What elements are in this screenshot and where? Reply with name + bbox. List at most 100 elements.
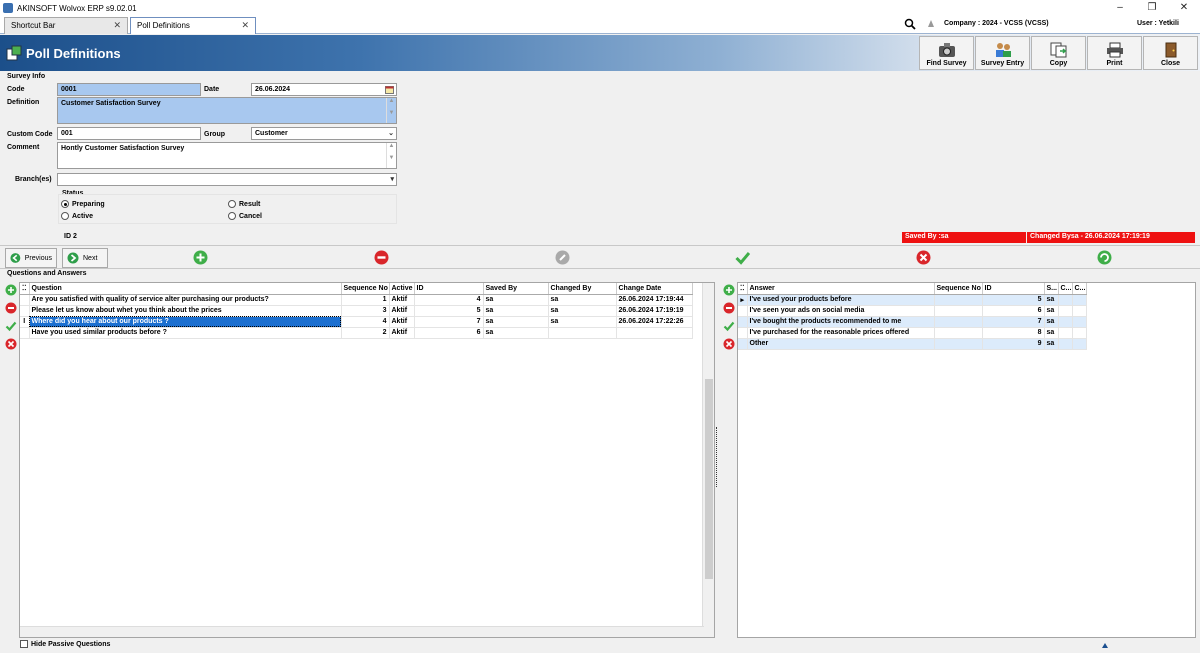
id-cell[interactable]: 6 (414, 327, 484, 339)
answer-cell[interactable]: I've seen your ads on social media (747, 305, 935, 317)
active-cell[interactable]: Aktif (389, 327, 415, 339)
change-date-cell[interactable] (616, 327, 693, 339)
column-chooser-icon[interactable]: ⁚⁚ (20, 283, 30, 295)
add-question-icon[interactable] (5, 284, 17, 296)
confirm-answer-icon[interactable] (723, 320, 735, 332)
delete-question-icon[interactable] (5, 302, 17, 314)
hide-passive-checkbox[interactable]: Hide Passive Questions (20, 640, 110, 648)
empty-cell[interactable] (1058, 316, 1073, 328)
saved-by-cell[interactable]: sa (483, 316, 549, 328)
chevron-down-icon[interactable]: ▾ (390, 175, 394, 183)
column-header[interactable]: Changed By (548, 283, 617, 295)
restore-icon[interactable]: ❐ (1136, 0, 1168, 16)
table-row[interactable]: I've purchased for the reasonable prices… (738, 327, 1087, 339)
question-cell[interactable]: Please let us know about whet you think … (29, 305, 342, 317)
answer-cell[interactable]: I've purchased for the reasonable prices… (747, 327, 935, 339)
previous-button[interactable]: Previous (5, 248, 57, 268)
saved-by-cell[interactable]: sa (483, 305, 549, 317)
table-row-current[interactable]: ▸ I've used your products before 5 sa (738, 294, 1087, 306)
empty-cell[interactable] (1072, 316, 1087, 328)
empty-cell[interactable] (1058, 305, 1073, 317)
print-button[interactable]: Print (1087, 36, 1142, 70)
change-date-cell[interactable]: 26.06.2024 17:19:44 (616, 294, 693, 306)
vertical-scrollbar[interactable] (702, 283, 714, 637)
column-chooser-icon[interactable]: ⁚⁚ (738, 283, 748, 295)
sequence-cell[interactable] (934, 305, 983, 317)
id-cell[interactable]: 4 (414, 294, 484, 306)
question-cell[interactable]: Where did you hear about our products ? (29, 316, 342, 328)
id-cell[interactable]: 6 (982, 305, 1045, 317)
empty-cell[interactable] (1072, 327, 1087, 339)
status-radio-cancel[interactable]: Cancel (228, 212, 262, 220)
find-survey-button[interactable]: Find Survey (919, 36, 974, 70)
active-cell[interactable]: Aktif (389, 305, 415, 317)
empty-cell[interactable] (1058, 327, 1073, 339)
custom-code-field[interactable]: 001 (57, 127, 201, 140)
edit-icon[interactable] (555, 250, 570, 265)
column-header[interactable]: C... (1072, 283, 1087, 295)
code-field[interactable]: 0001 (57, 83, 201, 96)
sequence-cell[interactable] (934, 316, 983, 328)
id-cell[interactable]: 7 (982, 316, 1045, 328)
add-answer-icon[interactable] (723, 284, 735, 296)
empty-cell[interactable] (1058, 338, 1073, 350)
table-row[interactable]: Other 9 sa (738, 338, 1087, 350)
changed-by-cell[interactable]: sa (548, 294, 617, 306)
table-row[interactable]: I've bought the products recommended to … (738, 316, 1087, 328)
save-check-icon[interactable] (735, 250, 750, 265)
column-header[interactable]: Question (29, 283, 342, 295)
active-cell[interactable]: Aktif (389, 294, 415, 306)
status-radio-preparing[interactable]: Preparing (61, 200, 105, 208)
cancel-answer-icon[interactable] (723, 338, 735, 350)
column-header[interactable]: C... (1058, 283, 1073, 295)
tab-shortcut-bar[interactable]: Shortcut Bar ✕ (4, 17, 128, 34)
confirm-question-icon[interactable] (5, 320, 17, 332)
minimize-icon[interactable]: – (1104, 0, 1136, 16)
column-header[interactable]: ID (414, 283, 484, 295)
close-window-icon[interactable]: ✕ (1168, 0, 1200, 16)
panel-splitter[interactable] (714, 282, 720, 638)
saved-by-cell[interactable]: sa (1044, 327, 1059, 339)
tab-close-icon[interactable]: ✕ (241, 20, 249, 31)
saved-by-cell[interactable]: sa (1044, 316, 1059, 328)
sequence-cell[interactable]: 3 (341, 305, 390, 317)
question-cell[interactable]: Have you used similar products before ? (29, 327, 342, 339)
changed-by-cell[interactable]: sa (548, 316, 617, 328)
date-field[interactable]: 26.06.2024 (251, 83, 397, 96)
empty-cell[interactable] (1058, 294, 1073, 306)
scrollbar[interactable]: ▲ ▼ (386, 98, 396, 123)
changed-by-cell[interactable] (548, 327, 617, 339)
delete-icon[interactable] (374, 250, 389, 265)
table-row[interactable]: Please let us know about whet you think … (20, 305, 693, 317)
saved-by-cell[interactable]: sa (1044, 294, 1059, 306)
refresh-icon[interactable] (1097, 250, 1112, 265)
calendar-icon[interactable] (385, 85, 394, 94)
column-header[interactable]: ID (982, 283, 1045, 295)
saved-by-cell[interactable]: sa (483, 294, 549, 306)
table-row[interactable]: I've seen your ads on social media 6 sa (738, 305, 1087, 317)
id-cell[interactable]: 9 (982, 338, 1045, 350)
table-row[interactable]: Are you satisfied with quality of servic… (20, 294, 693, 306)
chevron-down-icon[interactable]: ⌄ (388, 129, 394, 137)
id-cell[interactable]: 5 (982, 294, 1045, 306)
table-row-selected[interactable]: I Where did you hear about our products … (20, 316, 693, 328)
table-row[interactable]: Have you used similar products before ? … (20, 327, 693, 339)
column-header[interactable]: Sequence No (934, 283, 983, 295)
survey-entry-button[interactable]: Survey Entry (975, 36, 1030, 70)
answer-cell[interactable]: I've used your products before (747, 294, 935, 306)
horizontal-scrollbar[interactable] (20, 626, 704, 637)
search-icon[interactable] (904, 18, 916, 30)
saved-by-cell[interactable]: sa (1044, 305, 1059, 317)
changed-by-cell[interactable]: sa (548, 305, 617, 317)
saved-by-cell[interactable]: sa (483, 327, 549, 339)
column-header[interactable]: Answer (747, 283, 935, 295)
add-icon[interactable] (193, 250, 208, 265)
empty-cell[interactable] (1072, 338, 1087, 350)
column-header[interactable]: S... (1044, 283, 1059, 295)
delete-answer-icon[interactable] (723, 302, 735, 314)
column-header[interactable]: Saved By (483, 283, 549, 295)
status-radio-result[interactable]: Result (228, 200, 260, 208)
tab-close-icon[interactable]: ✕ (113, 20, 121, 31)
comment-field[interactable]: Hontly Customer Satisfaction Survey ▲ ▼ (57, 142, 397, 169)
cancel-question-icon[interactable] (5, 338, 17, 350)
